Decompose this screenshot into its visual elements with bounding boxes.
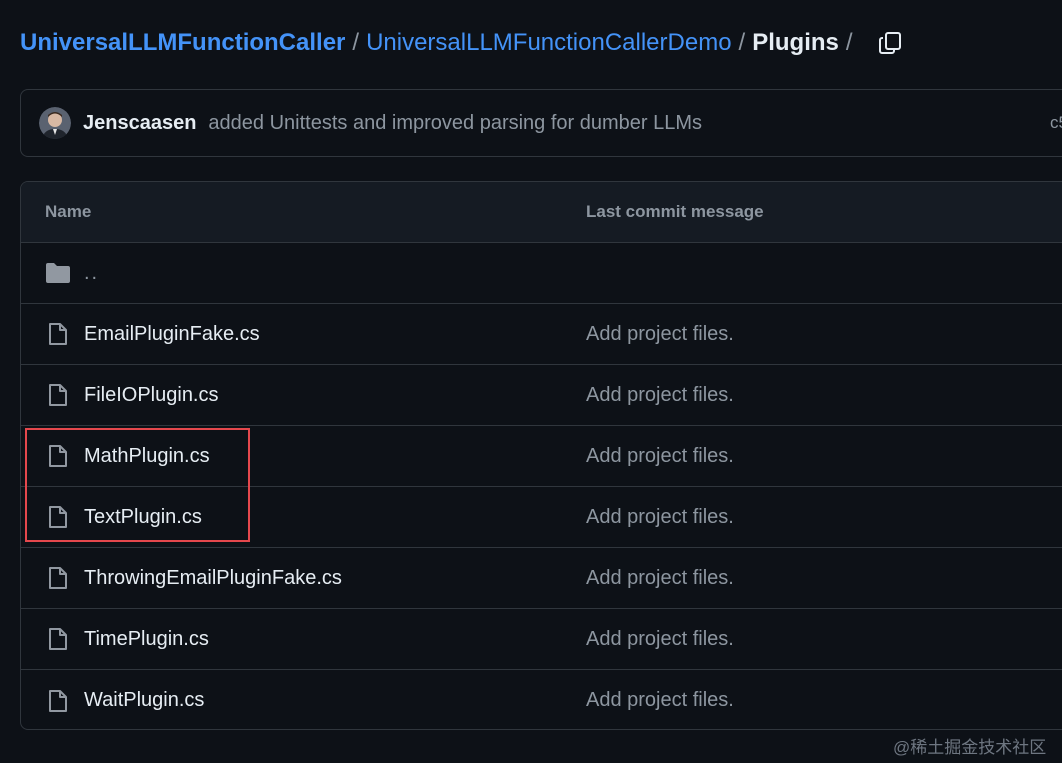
table-row[interactable]: MathPlugin.cs Add project files. (21, 426, 1062, 487)
table-row[interactable]: ThrowingEmailPluginFake.cs Add project fi… (21, 548, 1062, 609)
copy-path-button[interactable] (876, 29, 904, 57)
breadcrumb-folder-link[interactable]: UniversalLLMFunctionCallerDemo (366, 29, 731, 57)
commit-message-link[interactable]: Add project files. (586, 689, 734, 712)
commit-message-link[interactable]: Add project files. (586, 567, 734, 590)
watermark: @稀土掘金技术社区 (893, 738, 1047, 757)
repo-file-browser: UniversalLLMFunctionCaller / UniversalLL… (0, 0, 1062, 763)
breadcrumb: UniversalLLMFunctionCaller / UniversalLL… (20, 26, 904, 60)
file-name-link[interactable]: EmailPluginFake.cs (84, 323, 260, 346)
table-row[interactable]: FileIOPlugin.cs Add project files. (21, 365, 1062, 426)
file-name-link[interactable]: WaitPlugin.cs (84, 689, 204, 712)
breadcrumb-separator: / (845, 29, 853, 56)
commit-message-link[interactable]: Add project files. (586, 445, 734, 468)
table-row[interactable]: TextPlugin.cs Add project files. (21, 487, 1062, 548)
parent-directory-row[interactable]: .. (21, 243, 1062, 304)
file-name-link[interactable]: FileIOPlugin.cs (84, 384, 219, 407)
file-name-link[interactable]: TimePlugin.cs (84, 628, 209, 651)
table-row[interactable]: WaitPlugin.cs Add project files. (21, 670, 1062, 729)
commit-message-link[interactable]: Add project files. (586, 628, 734, 651)
commit-message-link[interactable]: Add project files. (586, 323, 734, 346)
file-name-link[interactable]: MathPlugin.cs (84, 445, 210, 468)
header-name: Name (45, 202, 92, 221)
copy-icon (878, 32, 901, 54)
parent-directory-link[interactable]: .. (84, 262, 99, 285)
file-name-link[interactable]: TextPlugin.cs (84, 506, 202, 529)
breadcrumb-repo-link[interactable]: UniversalLLMFunctionCaller (20, 29, 345, 57)
breadcrumb-separator: / (738, 29, 746, 56)
commit-author-link[interactable]: Jenscaasen (83, 112, 196, 135)
commit-message-link[interactable]: Add project files. (586, 384, 734, 407)
commit-message-link[interactable]: Add project files. (586, 506, 734, 529)
table-row[interactable]: EmailPluginFake.cs Add project files. (21, 304, 1062, 365)
avatar[interactable] (39, 107, 71, 139)
file-table: Name Last commit message .. EmailPluginF… (20, 181, 1062, 730)
file-icon (45, 626, 71, 652)
file-name-link[interactable]: ThrowingEmailPluginFake.cs (84, 567, 342, 590)
file-icon (45, 321, 71, 347)
file-icon (45, 565, 71, 591)
commit-sha-link[interactable]: c5 (1050, 113, 1062, 133)
breadcrumb-separator: / (352, 29, 360, 56)
header-last-commit-message: Last commit message (586, 202, 764, 221)
breadcrumb-current: Plugins (752, 29, 839, 56)
commit-message-link[interactable]: added Unittests and improved parsing for… (208, 112, 702, 135)
latest-commit-bar: Jenscaasen added Unittests and improved … (20, 89, 1062, 157)
file-icon (45, 504, 71, 530)
folder-icon (45, 260, 71, 286)
file-icon (45, 443, 71, 469)
table-row[interactable]: TimePlugin.cs Add project files. (21, 609, 1062, 670)
file-icon (45, 688, 71, 714)
table-header: Name Last commit message (21, 182, 1062, 243)
file-icon (45, 382, 71, 408)
